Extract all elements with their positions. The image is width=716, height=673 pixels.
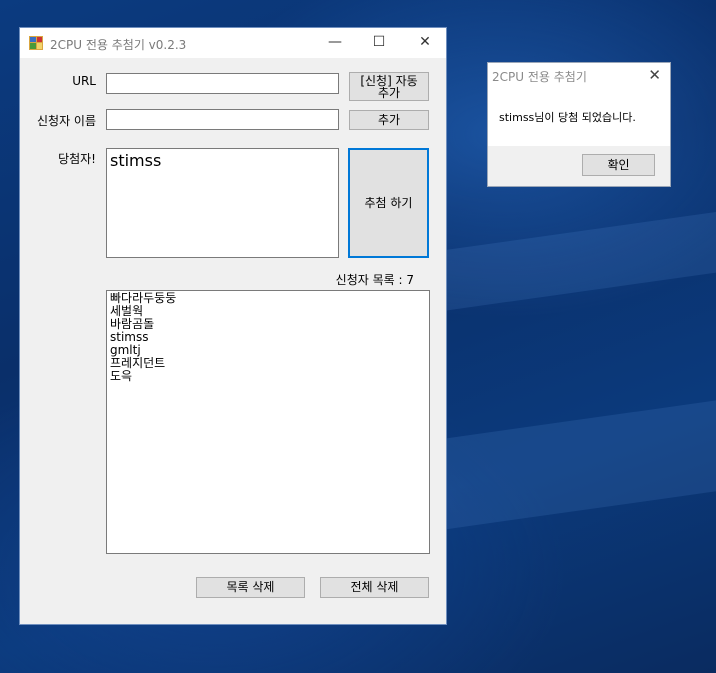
applicant-list[interactable]: 빠다라두둥둥 세벌웍 바람곰돌 stimss gmltj 프레지던트 도윽 bbox=[106, 290, 430, 554]
draw-button[interactable]: 추첨 하기 bbox=[348, 148, 429, 258]
ok-button[interactable]: 확인 bbox=[582, 154, 655, 176]
list-item[interactable]: stimss bbox=[110, 331, 426, 344]
winner-label: 당첨자! bbox=[58, 152, 96, 166]
dialog-title: 2CPU 전용 추첨기 bbox=[492, 70, 587, 84]
main-window: 2CPU 전용 추첨기 v0.2.3 — ☐ ✕ URL [신청] 자동 추가 … bbox=[19, 27, 447, 625]
list-item[interactable]: 세벌웍 bbox=[110, 305, 426, 318]
applicant-count-label: 신청자 목록 : 7 bbox=[335, 273, 414, 287]
app-icon bbox=[29, 36, 43, 50]
list-item[interactable]: 바람곰돌 bbox=[110, 318, 426, 331]
dialog-close-icon[interactable]: ✕ bbox=[648, 66, 661, 84]
dialog-message: stimss님이 당첨 되었습니다. bbox=[499, 111, 636, 124]
window-title: 2CPU 전용 추첨기 v0.2.3 bbox=[50, 38, 187, 52]
winner-value: stimss bbox=[110, 151, 162, 170]
list-item[interactable]: 빠다라두둥둥 bbox=[110, 292, 426, 305]
auto-add-button-line2: 추가 bbox=[377, 86, 401, 100]
maximize-button[interactable]: ☐ bbox=[356, 28, 402, 58]
url-input[interactable] bbox=[106, 73, 339, 94]
delete-all-button[interactable]: 전체 삭제 bbox=[320, 577, 429, 598]
wallpaper-streak bbox=[425, 399, 716, 531]
applicant-name-input[interactable] bbox=[106, 109, 339, 130]
url-label: URL bbox=[72, 74, 96, 88]
list-item[interactable]: 프레지던트 bbox=[110, 357, 426, 370]
applicant-name-label: 신청자 이름 bbox=[36, 114, 96, 128]
winner-textbox[interactable]: stimss bbox=[106, 148, 339, 258]
delete-selected-button[interactable]: 목록 삭제 bbox=[196, 577, 305, 598]
minimize-button[interactable]: — bbox=[312, 28, 358, 58]
wallpaper-streak bbox=[437, 209, 716, 311]
list-item[interactable]: 도윽 bbox=[110, 370, 426, 383]
close-button[interactable]: ✕ bbox=[402, 28, 448, 58]
auto-add-button[interactable]: [신청] 자동 추가 bbox=[349, 72, 429, 101]
dialog-footer: 확인 bbox=[488, 146, 670, 186]
message-dialog: 2CPU 전용 추첨기 ✕ stimss님이 당첨 되었습니다. 확인 bbox=[487, 62, 671, 187]
title-bar[interactable]: 2CPU 전용 추첨기 v0.2.3 — ☐ ✕ bbox=[20, 28, 446, 58]
add-button[interactable]: 추가 bbox=[349, 110, 429, 130]
